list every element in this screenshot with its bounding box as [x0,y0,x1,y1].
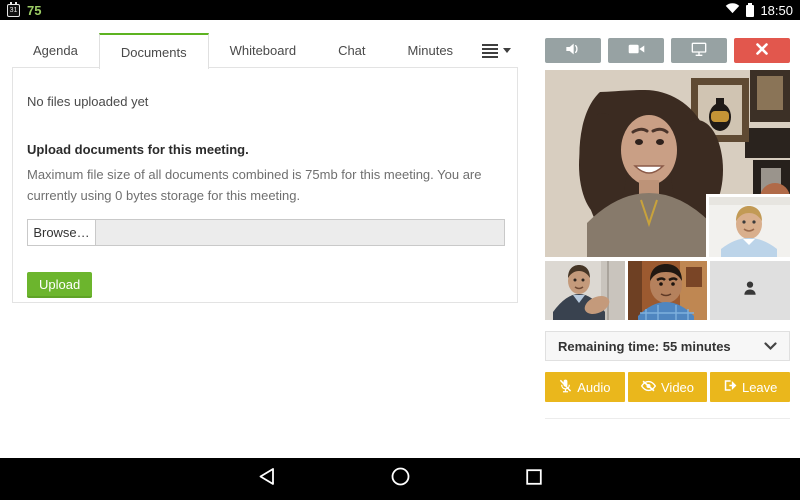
end-call-icon [756,43,768,58]
eye-slash-icon [640,380,657,395]
recents-icon [526,468,542,490]
video-panel: Remaining time: 55 minutes Audio Video L… [545,38,791,419]
thumb-man-plaid-shirt[interactable] [627,261,708,320]
video-button-label: Video [661,379,695,395]
microphone-slash-icon [559,379,572,396]
wifi-icon [725,1,740,19]
speaker-icon [565,42,581,59]
battery-icon [746,2,755,17]
video-camera-icon [628,43,645,58]
upload-button[interactable]: Upload [27,272,93,298]
no-files-message: No files uploaded yet [27,94,149,109]
tab-documents[interactable]: Documents [98,33,209,69]
remaining-time-label: Remaining time: 55 minutes [558,338,731,354]
upload-info-text: Maximum file size of all documents combi… [27,167,482,203]
status-time: 18:50 [760,2,793,18]
status-bar: 31 75 18:50 [0,0,800,20]
list-menu-icon [482,43,499,58]
back-icon [258,467,275,491]
app-screen: 31 75 18:50 Agenda Documents Whiteboard … [0,0,800,500]
call-controls [545,38,790,63]
tab-bar: Agenda Documents Whiteboard Chat Minutes [12,33,519,69]
person-silhouette-icon [741,279,759,302]
thumb-man-gesturing-image [545,261,625,320]
file-input[interactable]: Browse… [27,219,505,246]
thumb-man-plaid-shirt-image [627,261,708,320]
upload-heading: Upload documents for this meeting. [27,142,249,157]
tab-minutes[interactable]: Minutes [387,33,475,68]
chevron-down-icon [764,341,777,350]
remaining-time-dropdown[interactable]: Remaining time: 55 minutes [545,331,790,361]
call-action-buttons: Audio Video Leave [545,372,791,402]
home-button[interactable] [389,467,411,491]
end-call-button[interactable] [734,38,790,63]
sign-out-icon [723,379,737,395]
speaker-button[interactable] [545,38,601,63]
thumb-blond-man-image [709,197,790,257]
leave-button-label: Leave [741,379,778,395]
screen-share-button[interactable] [671,38,727,63]
participant-thumbnails [545,261,791,320]
chevron-down-icon [503,48,512,53]
main-video-woman-curly-hair[interactable] [545,70,790,257]
tab-overflow-menu-button[interactable] [474,33,519,68]
leave-button[interactable]: Leave [710,372,791,402]
video-camera-button[interactable] [608,38,664,63]
browse-button[interactable]: Browse… [28,220,96,245]
android-nav-bar [0,458,800,500]
home-icon [391,467,410,491]
video-toggle-button[interactable]: Video [627,372,708,402]
audio-toggle-button[interactable]: Audio [545,372,625,402]
calendar-icon: 31 [7,1,20,17]
thumb-empty-placeholder[interactable] [710,261,791,320]
file-name-field [96,220,504,245]
screen-share-icon [691,42,707,59]
back-button[interactable] [255,468,277,490]
notification-count: 75 [27,2,42,18]
audio-button-label: Audio [577,379,611,395]
thumb-blond-man-blue-shirt[interactable] [706,194,790,257]
tab-whiteboard[interactable]: Whiteboard [209,33,317,68]
tab-chat[interactable]: Chat [317,33,386,68]
panel-divider [545,418,790,419]
recents-button[interactable] [523,468,545,490]
thumb-man-gesturing[interactable] [545,261,625,320]
tab-agenda[interactable]: Agenda [12,33,99,68]
documents-panel: No files uploaded yet Upload documents f… [12,67,518,303]
